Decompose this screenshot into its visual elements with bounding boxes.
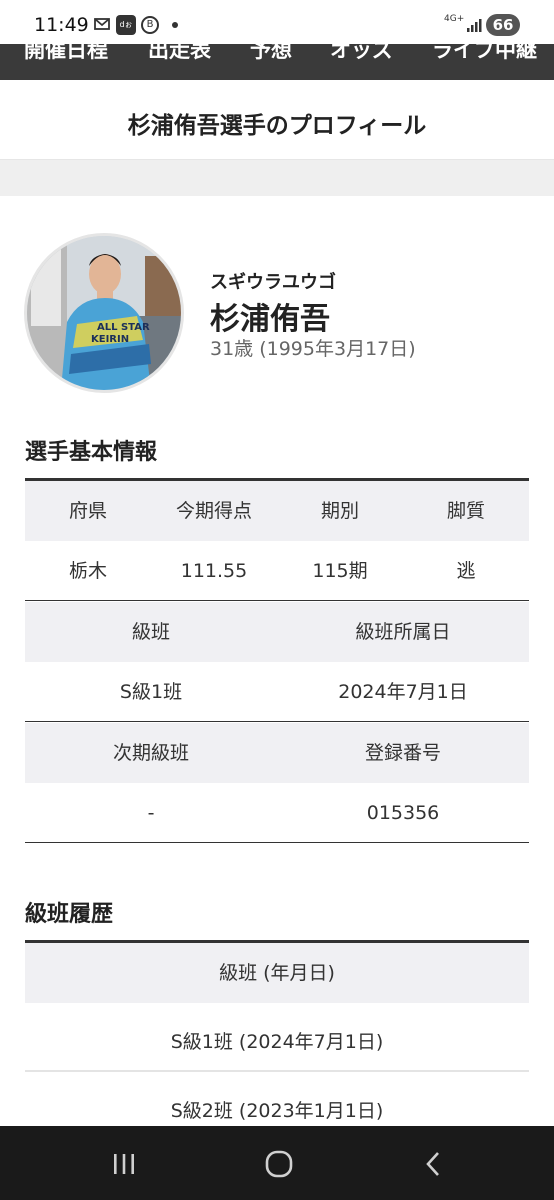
basic-info-heading: 選手基本情報 <box>25 440 158 465</box>
table-row: S級1班 (2024年7月1日) <box>25 1012 529 1072</box>
player-photo: ALL STAR KEIRIN <box>24 233 184 393</box>
history-entry: S級1班 (2024年7月1日) <box>170 1031 384 1053</box>
status-bar: 11:49 dぉ B 4G+ 66 <box>0 0 554 44</box>
site-nav: 開催日程 出走表 予想 オッズ ライブ中継 <box>0 44 554 80</box>
nav-schedule[interactable]: 開催日程 <box>24 44 108 64</box>
header-score: 今期得点 <box>175 500 252 522</box>
page-title: 杉浦侑吾選手のプロフィール <box>127 113 427 139</box>
notification-dot-icon <box>172 22 178 28</box>
title-area: 杉浦侑吾選手のプロフィール <box>0 80 554 160</box>
nav-race-card[interactable]: 出走表 <box>148 44 211 64</box>
home-icon[interactable] <box>259 1144 299 1184</box>
header-term: 期別 <box>320 500 359 522</box>
mail-icon <box>94 18 110 30</box>
player-name: 杉浦侑吾 <box>210 302 330 337</box>
b-app-icon: B <box>141 16 159 34</box>
nav-live[interactable]: ライブ中継 <box>432 44 537 64</box>
value-next-class: - <box>147 802 155 824</box>
table-header-row: 級班 級班所属日 <box>25 602 529 662</box>
signal-icon <box>467 19 482 32</box>
class-history-heading: 級班履歴 <box>25 902 114 927</box>
table-row: 栃木 111.55 115期 逃 <box>25 541 529 601</box>
jersey-text-1: ALL STAR <box>97 322 150 333</box>
player-photo-illustration: ALL STAR KEIRIN <box>27 236 181 390</box>
header-class: 級班 <box>131 621 170 643</box>
nav-odds[interactable]: オッズ <box>330 44 393 64</box>
screen: 11:49 dぉ B 4G+ 66 開催日程 出走表 予想 オッズ ライブ中継 … <box>0 0 554 1200</box>
value-prefecture: 栃木 <box>68 560 107 582</box>
nav-prediction[interactable]: 予想 <box>250 44 292 64</box>
table-header-row: 府県 今期得点 期別 脚質 <box>25 481 529 541</box>
divider-band <box>0 160 554 196</box>
class-history-table: 級班 (年月日) S級1班 (2024年7月1日) S級2班 (2023年1月1… <box>25 940 529 1130</box>
table-header-row: 級班 (年月日) <box>25 943 529 1003</box>
status-time: 11:49 <box>34 14 89 36</box>
value-class-date: 2024年7月1日 <box>338 681 468 703</box>
recent-apps-icon[interactable] <box>104 1144 144 1184</box>
header-registration: 登録番号 <box>364 742 441 764</box>
battery-indicator: 66 <box>486 14 520 36</box>
basic-info-table: 府県 今期得点 期別 脚質 栃木 111.55 115期 逃 級班 級班所属日 … <box>25 478 529 843</box>
header-prefecture: 府県 <box>68 500 107 522</box>
table-header-row: 次期級班 登録番号 <box>25 723 529 783</box>
value-term: 115期 <box>312 560 368 582</box>
network-type: 4G+ <box>444 14 465 24</box>
player-kana: スギウラユウゴ <box>210 272 336 293</box>
value-class: S級1班 <box>119 681 183 703</box>
header-class-date: 級班所属日 <box>355 621 451 643</box>
jersey-text-2: KEIRIN <box>91 334 129 345</box>
system-nav-bar <box>0 1126 554 1200</box>
value-style: 逃 <box>456 560 476 582</box>
d-app-icon: dぉ <box>116 15 136 35</box>
header-class-history: 級班 (年月日) <box>219 962 335 984</box>
header-style: 脚質 <box>446 500 485 522</box>
header-next-class: 次期級班 <box>112 742 189 764</box>
value-registration: 015356 <box>366 802 440 824</box>
value-score: 111.55 <box>180 560 248 582</box>
player-age: 31歳 (1995年3月17日) <box>210 338 416 360</box>
table-row: - 015356 <box>25 783 529 843</box>
back-icon[interactable] <box>414 1144 454 1184</box>
table-row: S級1班 2024年7月1日 <box>25 662 529 722</box>
